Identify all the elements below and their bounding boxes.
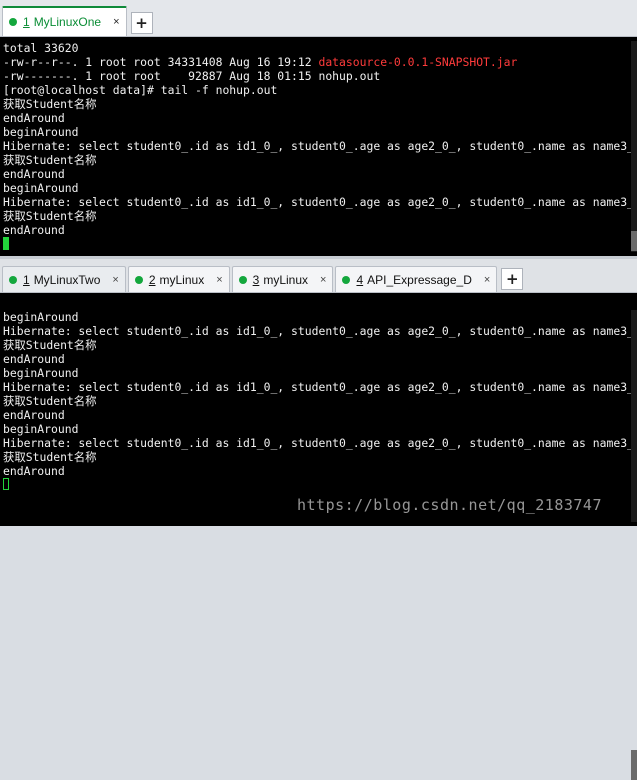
tab-mylinuxone[interactable]: 1 MyLinuxOne × [2,6,127,36]
scrollbar-thumb[interactable] [631,750,637,780]
tab-mylinux-2[interactable]: 2 myLinux × [127,266,230,292]
terminal-line: 获取Student名称 [3,153,97,167]
terminal-line: -rw-------. 1 root root 92887 Aug 18 01:… [3,69,381,83]
terminal-line: 获取Student名称 [3,394,97,408]
terminal-line: Hibernate: select student0_.id as id1_0_… [3,324,637,338]
terminal-line: beginAround [3,366,79,380]
highlighted-filename: datasource-0.0.1-SNAPSHOT.jar [318,55,518,69]
top-terminal-scrollbar[interactable] [631,41,637,252]
add-tab-button[interactable]: + [501,268,524,290]
terminal-line: endAround [3,352,65,366]
terminal-line: Hibernate: select student0_.id as id1_0_… [3,380,637,394]
terminal-line: endAround [3,408,65,422]
tab-number: 4 [356,272,364,287]
terminal-line: endAround [3,111,65,125]
terminal-line: 获取Student名称 [3,209,97,223]
terminal-line: Hibernate: select student0_.id as id1_0_… [3,436,637,450]
terminal-line: beginAround [3,310,79,324]
connected-status-icon [134,275,143,284]
tab-mylinuxtwo[interactable]: 1 MyLinuxTwo × [2,266,126,292]
top-terminal[interactable]: total 33620 -rw-r--r--. 1 root root 3433… [0,37,637,256]
terminal-line: beginAround [3,422,79,436]
tab-number: 3 [252,272,260,287]
bottom-tab-bar: 1 MyLinuxTwo × 2 myLinux × 3 myLinux × 4… [0,259,637,293]
bottom-terminal-scrollbar[interactable] [631,310,637,780]
connected-status-icon [238,275,247,284]
terminal-line: Hibernate: select student0_.id as id1_0_… [3,195,637,209]
terminal-line: 获取Student名称 [3,450,97,464]
terminal-line: beginAround [3,125,79,139]
top-tab-bar: 1 MyLinuxOne × + [0,0,637,37]
bottom-terminal[interactable]: beginAround Hibernate: select student0_.… [0,293,637,526]
close-tab-icon[interactable]: × [216,274,222,286]
connected-status-icon [9,18,17,26]
close-tab-icon[interactable]: × [112,274,118,286]
terminal-line: Hibernate: select student0_.id as id1_0_… [3,139,637,153]
tab-number: 1 [23,15,30,29]
tab-label: myLinux [263,272,309,287]
close-tab-icon[interactable]: × [113,16,119,28]
terminal-prompt-line: [root@localhost data]# tail -f nohup.out [3,83,278,97]
terminal-line: endAround [3,223,65,237]
tab-label: API_Expressage_D [367,272,472,287]
connected-status-icon [9,275,17,284]
close-tab-icon[interactable]: × [484,274,490,286]
tab-number: 1 [23,272,30,287]
tab-mylinux-3[interactable]: 3 myLinux × [231,266,334,292]
close-tab-icon[interactable]: × [320,274,326,286]
terminal-line: endAround [3,464,65,478]
terminal-line: beginAround [3,181,79,195]
terminal-line: total 33620 [3,41,79,55]
watermark: https://blog.csdn.net/qq_2183747 [297,496,602,514]
tab-label: MyLinuxOne [33,15,102,29]
text-cursor-icon [3,237,9,250]
terminal-cursor-line [3,478,637,492]
tab-label: myLinux [159,272,205,287]
terminal-line: 获取Student名称 [3,97,97,111]
add-tab-button[interactable]: + [130,12,153,34]
tab-label: MyLinuxTwo [33,272,101,287]
tab-number: 2 [148,272,156,287]
text-cursor-icon [3,478,9,490]
terminal-line: endAround [3,167,65,181]
connected-status-icon [342,275,351,284]
tab-api-expressage[interactable]: 4 API_Expressage_D × [335,266,498,292]
terminal-line: -rw-r--r--. 1 root root 34331408 Aug 16 … [3,55,518,69]
terminal-line: 获取Student名称 [3,338,97,352]
terminal-cursor-line [3,237,637,251]
scrollbar-thumb[interactable] [631,231,637,251]
